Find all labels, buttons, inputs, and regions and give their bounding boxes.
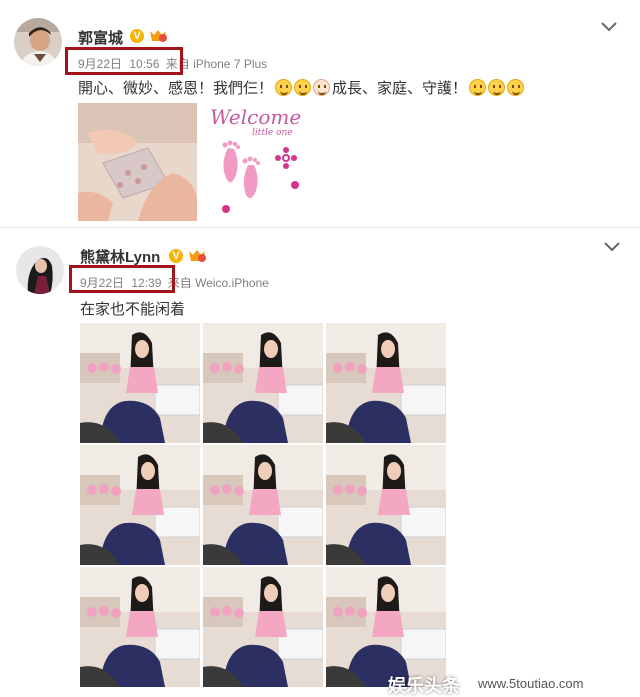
post-text-part-2: 成長、家庭、守護！ xyxy=(332,80,468,97)
verified-v-icon: V xyxy=(130,29,144,43)
post-text-part-1: 開心、微妙、感恩！我們仨！ xyxy=(78,80,274,97)
grid-photo[interactable] xyxy=(203,445,323,565)
grid-photo[interactable] xyxy=(326,567,446,687)
vip-icon[interactable] xyxy=(148,29,168,43)
chevron-down-icon[interactable] xyxy=(604,242,620,252)
weibo-post-2: 熊黛林Lynn V 9月22日 12:39 来自 Weico.iPhone 在家… xyxy=(0,232,640,697)
grid-photo[interactable] xyxy=(203,567,323,687)
grid-photo[interactable] xyxy=(203,323,323,443)
author-name[interactable]: 熊黛林Lynn xyxy=(80,246,160,267)
smile-emoji-icon xyxy=(488,79,506,96)
grid-photo[interactable] xyxy=(80,567,200,687)
chevron-down-icon[interactable] xyxy=(601,22,617,32)
grid-photo[interactable] xyxy=(80,445,200,565)
smile-emoji-icon xyxy=(294,79,312,96)
vip-icon[interactable] xyxy=(187,249,207,263)
smile-emoji-icon xyxy=(469,79,487,96)
post-text: 開心、微妙、感恩！我們仨！ 成長、家庭、守護！ xyxy=(78,77,525,98)
avatar[interactable] xyxy=(16,246,64,294)
watermark-brand: 娱乐头条 xyxy=(388,676,460,696)
footprints-icon xyxy=(222,140,299,213)
post-source[interactable]: Weico.iPhone xyxy=(195,276,269,290)
baby-emoji-icon xyxy=(313,79,331,96)
smile-emoji-icon xyxy=(507,79,525,96)
highlight-box xyxy=(65,47,183,75)
smile-emoji-icon xyxy=(275,79,293,96)
highlight-box xyxy=(69,265,175,293)
avatar[interactable] xyxy=(14,18,62,66)
grid-photo[interactable] xyxy=(326,445,446,565)
photo-baby-hands[interactable] xyxy=(78,103,197,221)
weibo-post-1: 郭富城 V 9月22日 10:56 来自 iPhone 7 Plus 開心、微妙… xyxy=(0,0,640,228)
watermark-url: www.5toutiao.com xyxy=(478,676,584,691)
post-source[interactable]: iPhone 7 Plus xyxy=(193,57,267,71)
post-text: 在家也不能闲着 xyxy=(80,301,186,318)
weibo-feed: 郭富城 V 9月22日 10:56 来自 iPhone 7 Plus 開心、微妙… xyxy=(0,0,640,697)
author-name[interactable]: 郭富城 xyxy=(78,27,123,48)
grid-photo[interactable] xyxy=(80,323,200,443)
photo-welcome-card[interactable]: Welcome little one xyxy=(198,103,318,221)
grid-photo[interactable] xyxy=(326,323,446,443)
verified-v-icon: V xyxy=(169,249,183,263)
